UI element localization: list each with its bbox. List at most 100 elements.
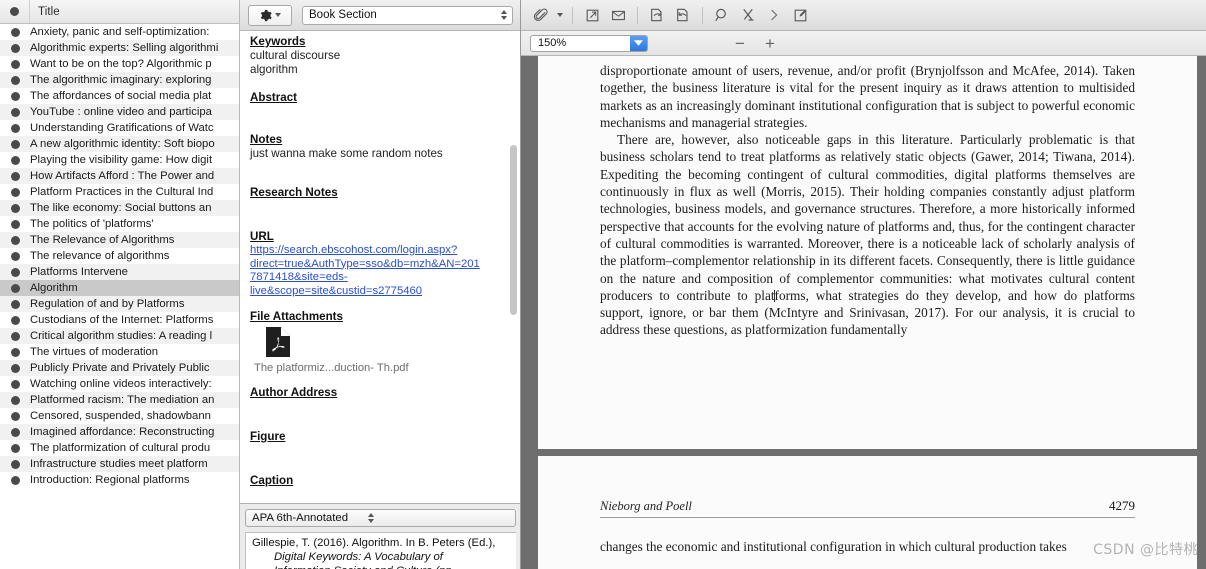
column-header-dot[interactable] <box>0 0 30 23</box>
attachment-filename[interactable]: The platformiz...duction- Th.pdf <box>254 362 511 374</box>
item-type-dot-icon <box>0 139 30 149</box>
list-item[interactable]: Critical algorithm studies: A reading l <box>0 328 239 344</box>
list-item-title: Want to be on the top? Algorithmic p <box>30 58 212 70</box>
list-item-title: Infrastructure studies meet platform <box>30 458 208 470</box>
item-type-dot-icon <box>0 219 30 229</box>
attachment-entry[interactable]: The platformiz...duction- Th.pdf <box>250 324 511 374</box>
open-external-icon <box>586 9 598 21</box>
field-value-notes[interactable]: just wanna make some random notes <box>250 147 511 161</box>
field-value-figure[interactable] <box>250 444 511 458</box>
list-item[interactable]: Platformed racism: The mediation an <box>0 392 239 408</box>
list-item[interactable]: Watching online videos interactively: <box>0 376 239 392</box>
open-external-button[interactable] <box>579 4 605 26</box>
field-value-url-line-2[interactable]: direct=true&AuthType=sso&db=mzh&AN=201 <box>250 258 511 272</box>
item-type-dot-icon <box>0 475 30 485</box>
format-citation-icon <box>743 9 754 21</box>
list-item[interactable]: Custodians of the Internet: Platforms <box>0 312 239 328</box>
citation-style-select[interactable]: APA 6th-Annotated <box>245 509 516 527</box>
field-value-abstract[interactable] <box>250 105 511 119</box>
field-label-notes: Notes <box>250 133 283 146</box>
list-item[interactable]: Regulation of and by Platforms <box>0 296 239 312</box>
field-value-keyword-2[interactable]: algorithm <box>250 63 511 77</box>
pdf-paragraph-1: disproportionate amount of users, revenu… <box>600 63 1135 130</box>
pdf-page-1-text: disproportionate amount of users, revenu… <box>600 62 1135 339</box>
item-type-select[interactable]: Book Section <box>302 5 513 25</box>
list-item[interactable]: YouTube : online video and participa <box>0 104 239 120</box>
library-items-pane: Title Anxiety, panic and self-optimizati… <box>0 0 240 569</box>
item-pane-scrollbar[interactable] <box>510 145 517 315</box>
list-item[interactable]: A new algorithmic identity: Soft biopo <box>0 136 239 152</box>
citation-preview-text[interactable]: Gillespie, T. (2016). Algorithm. In B. P… <box>245 532 516 569</box>
list-item[interactable]: Platforms Intervene <box>0 264 239 280</box>
list-item[interactable]: The relevance of algorithms <box>0 248 239 264</box>
zoom-dropdown-button[interactable] <box>630 35 647 51</box>
compose-note-button[interactable] <box>787 4 813 26</box>
list-item[interactable]: Publicly Private and Privately Public <box>0 360 239 376</box>
field-value-research-notes[interactable] <box>250 200 511 214</box>
list-item[interactable]: The affordances of social media plat <box>0 88 239 104</box>
list-item-title: The platformization of cultural produ <box>30 442 211 454</box>
list-item-title: The affordances of social media plat <box>30 90 212 102</box>
search-icon <box>715 8 726 21</box>
list-item[interactable]: Anxiety, panic and self-optimization: <box>0 24 239 40</box>
item-type-dot-icon <box>0 299 30 309</box>
zoom-out-button[interactable]: − <box>728 35 752 52</box>
citation-style-value: APA 6th-Annotated <box>252 512 349 524</box>
list-item[interactable]: Imagined affordance: Reconstructing <box>0 424 239 440</box>
list-item[interactable]: Algorithm <box>0 280 239 296</box>
field-value-caption[interactable] <box>250 488 511 502</box>
export-ris-button[interactable] <box>644 4 670 26</box>
pdf-page-2-text: changes the economic and institutional c… <box>600 538 1135 555</box>
pdf-page-2: Nieborg and Poell 4279 changes the econo… <box>538 456 1197 569</box>
field-value-url-line-1[interactable]: https://search.ebscohost.com/login.aspx? <box>250 244 511 258</box>
paperclip-button[interactable] <box>527 4 553 26</box>
item-type-dot-icon <box>0 395 30 405</box>
paperclip-dropdown-button[interactable] <box>553 4 566 26</box>
list-item[interactable]: Algorithmic experts: Selling algorithmi <box>0 40 239 56</box>
list-item[interactable]: Playing the visibility game: How digit <box>0 152 239 168</box>
item-type-dot-icon <box>0 347 30 357</box>
list-item[interactable]: Infrastructure studies meet platform <box>0 456 239 472</box>
next-button[interactable] <box>761 4 787 26</box>
list-item[interactable]: The politics of 'platforms' <box>0 216 239 232</box>
item-type-dot-icon <box>0 235 30 245</box>
list-item[interactable]: Want to be on the top? Algorithmic p <box>0 56 239 72</box>
list-item[interactable]: Understanding Gratifications of Watc <box>0 120 239 136</box>
chevron-down-icon <box>556 13 563 17</box>
list-item[interactable]: The algorithmic imaginary: exploring <box>0 72 239 88</box>
attachment-group <box>527 4 566 26</box>
list-item[interactable]: The Relevance of Algorithms <box>0 232 239 248</box>
pdf-viewport[interactable]: disproportionate amount of users, revenu… <box>521 56 1206 569</box>
list-item-title: Playing the visibility game: How digit <box>30 154 213 166</box>
list-item[interactable]: The virtues of moderation <box>0 344 239 360</box>
zotero-window: Title Anxiety, panic and self-optimizati… <box>0 0 1206 569</box>
email-button[interactable] <box>605 4 631 26</box>
item-actions-button[interactable] <box>248 4 292 26</box>
import-ris-icon <box>677 8 688 22</box>
list-item[interactable]: How Artifacts Afford : The Power and <box>0 168 239 184</box>
import-ris-button[interactable] <box>670 4 696 26</box>
list-item[interactable]: Platform Practices in the Cultural Ind <box>0 184 239 200</box>
zoom-level-select[interactable]: 150% <box>530 34 648 52</box>
item-type-dot-icon <box>0 459 30 469</box>
field-value-url-line-3[interactable]: 7871418&site=eds- <box>250 271 511 285</box>
list-item[interactable]: The like economy: Social buttons an <box>0 200 239 216</box>
field-value-author-address[interactable] <box>250 400 511 414</box>
field-label-author-address: Author Address <box>250 386 338 399</box>
item-type-dot-icon <box>0 379 30 389</box>
item-type-dot-icon <box>0 75 30 85</box>
citation-line-3: Information Society and Culture (pp. <box>252 564 510 569</box>
list-item[interactable]: The platformization of cultural produ <box>0 440 239 456</box>
list-item-title: Watching online videos interactively: <box>30 378 212 390</box>
list-item[interactable]: Introduction: Regional platforms <box>0 472 239 488</box>
item-fields-list[interactable]: Keywords cultural discourse algorithm Ab… <box>240 31 520 503</box>
column-header-title[interactable]: Title <box>30 6 239 18</box>
zoom-in-button[interactable]: + <box>758 35 782 52</box>
format-citation-button[interactable] <box>735 4 761 26</box>
list-item[interactable]: Censored, suspended, shadowbann <box>0 408 239 424</box>
items-list[interactable]: Anxiety, panic and self-optimization: Alg… <box>0 24 239 488</box>
search-button[interactable] <box>709 4 735 26</box>
field-value-url-line-4[interactable]: live&scope=site&custid=s2775460 <box>250 285 511 299</box>
field-value-keyword-1[interactable]: cultural discourse <box>250 49 511 63</box>
list-item-title: A new algorithmic identity: Soft biopo <box>30 138 215 150</box>
